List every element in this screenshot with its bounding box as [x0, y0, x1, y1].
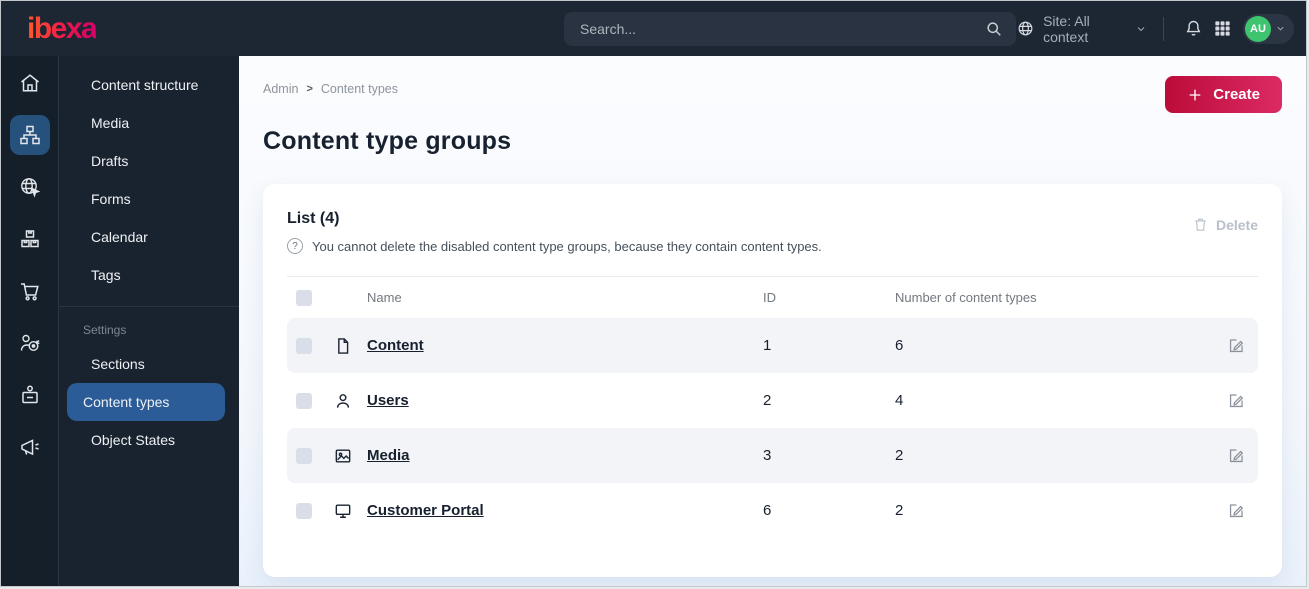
app-window: ibexa Site: All context: [0, 0, 1307, 587]
sidebar-item-sections[interactable]: Sections: [67, 345, 225, 383]
create-button[interactable]: Create: [1165, 76, 1282, 113]
page-title: Content type groups: [263, 127, 512, 155]
table-row: Users 2 4: [287, 373, 1258, 428]
trash-icon: [1192, 216, 1209, 233]
sidebar-item-media[interactable]: Media: [67, 104, 225, 142]
breadcrumb: Admin > Content types: [263, 76, 398, 96]
help-text: You cannot delete the disabled content t…: [312, 238, 822, 254]
delete-button-label: Delete: [1215, 216, 1258, 233]
row-checkbox[interactable]: [296, 337, 312, 354]
app-grid-icon[interactable]: [1208, 13, 1237, 45]
image-icon: [333, 446, 367, 466]
campaign-megaphone-icon[interactable]: [10, 427, 50, 467]
ibexa-logo[interactable]: ibexa: [27, 12, 98, 45]
chevron-down-icon: [1135, 23, 1147, 35]
plus-icon: [1187, 87, 1203, 103]
personalization-target-icon[interactable]: [10, 323, 50, 363]
column-header-name: Name: [367, 290, 402, 305]
row-checkbox[interactable]: [296, 502, 312, 519]
sidebar-item-content-structure[interactable]: Content structure: [67, 66, 225, 104]
site-globe-icon[interactable]: [10, 167, 50, 207]
content-tree-icon[interactable]: [9, 115, 50, 155]
breadcrumb-admin[interactable]: Admin: [263, 82, 298, 96]
table-row: Media 3 2: [287, 428, 1258, 483]
user-menu[interactable]: AU: [1243, 13, 1294, 44]
notifications-bell-icon[interactable]: [1180, 13, 1209, 45]
content-type-groups-table: Name ID Number of content types Content …: [287, 276, 1258, 538]
chevron-down-icon: [1275, 23, 1286, 34]
help-icon: ?: [287, 238, 303, 254]
topbar-right: Site: All context AU: [1016, 13, 1306, 45]
create-button-label: Create: [1213, 86, 1260, 103]
edit-icon[interactable]: [1214, 391, 1258, 410]
row-checkbox[interactable]: [296, 392, 312, 409]
sidebar-item-drafts[interactable]: Drafts: [67, 142, 225, 180]
site-context-label: Site: All context: [1043, 12, 1090, 45]
sidebar-item-object-states[interactable]: Object States: [67, 421, 225, 459]
topbar-divider: [1162, 16, 1164, 41]
edit-icon[interactable]: [1214, 336, 1258, 355]
group-id: 2: [763, 392, 772, 409]
group-count: 4: [895, 392, 904, 409]
delete-button[interactable]: Delete: [1192, 216, 1258, 233]
sidebar-section-settings-label: Settings: [83, 323, 127, 337]
card-head-left: List (4) ? You cannot delete the disable…: [287, 210, 822, 254]
edit-icon[interactable]: [1214, 501, 1258, 520]
search-icon[interactable]: [984, 19, 1004, 39]
admin-badge-icon[interactable]: [10, 375, 50, 415]
topbar: ibexa Site: All context: [1, 1, 1306, 56]
group-count: 2: [895, 447, 904, 464]
breadcrumb-content-types: Content types: [320, 82, 399, 96]
sidebar-divider: [59, 306, 239, 307]
group-link-customer-portal[interactable]: Customer Portal: [367, 502, 484, 519]
group-id: 3: [763, 447, 772, 464]
group-id: 6: [763, 502, 772, 519]
sidebar-item-forms[interactable]: Forms: [67, 180, 225, 218]
icon-rail: [1, 56, 59, 586]
file-icon: [333, 336, 367, 356]
breadcrumb-separator: >: [306, 83, 313, 95]
search-input[interactable]: [564, 11, 1016, 46]
content-type-groups-card: List (4) ? You cannot delete the disable…: [263, 184, 1282, 577]
group-id: 1: [763, 337, 772, 354]
column-header-count: Number of content types: [895, 290, 1037, 305]
home-icon[interactable]: [10, 63, 50, 103]
commerce-cart-icon[interactable]: [10, 271, 50, 311]
group-link-users[interactable]: Users: [367, 392, 409, 409]
table-row: Content 1 6: [287, 318, 1258, 373]
help-row: ? You cannot delete the disabled content…: [287, 238, 822, 254]
list-title: List (4): [287, 210, 340, 227]
group-count: 2: [895, 502, 904, 519]
site-context-selector[interactable]: Site: All context: [1016, 13, 1147, 45]
table-row: Customer Portal 6 2: [287, 483, 1258, 538]
row-checkbox[interactable]: [296, 447, 312, 464]
main-content: Admin > Content types Create Content typ…: [239, 56, 1306, 586]
sidebar: Content structure Media Drafts Forms Cal…: [59, 56, 239, 586]
user-icon: [333, 391, 367, 411]
edit-icon[interactable]: [1214, 446, 1258, 465]
select-all-checkbox[interactable]: [296, 289, 312, 306]
monitor-icon: [333, 501, 367, 521]
sidebar-item-calendar[interactable]: Calendar: [67, 218, 225, 256]
table-header: Name ID Number of content types: [287, 276, 1258, 318]
logo-container: ibexa: [1, 12, 239, 46]
sidebar-item-tags[interactable]: Tags: [67, 256, 225, 294]
globe-icon: [1016, 18, 1035, 40]
group-link-media[interactable]: Media: [367, 447, 410, 464]
group-count: 6: [895, 337, 904, 354]
group-link-content[interactable]: Content: [367, 337, 424, 354]
avatar: AU: [1245, 15, 1271, 42]
column-header-id: ID: [763, 290, 776, 305]
global-search: [564, 11, 1016, 46]
sidebar-item-content-types[interactable]: Content types: [67, 383, 225, 421]
product-catalog-icon[interactable]: [10, 219, 50, 259]
